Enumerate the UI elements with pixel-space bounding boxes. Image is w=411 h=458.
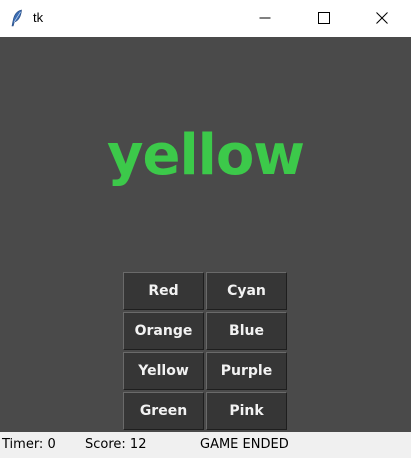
maximize-icon bbox=[318, 9, 330, 28]
app-window: tk yellow Red Cyan Orange Blue Yellow Pu… bbox=[0, 0, 411, 458]
cyan-button[interactable]: Cyan bbox=[206, 272, 287, 310]
blue-button[interactable]: Blue bbox=[206, 312, 287, 350]
timer-label: Timer: 0 bbox=[2, 437, 56, 452]
close-button[interactable] bbox=[359, 0, 405, 37]
game-state-label: GAME ENDED bbox=[200, 437, 289, 452]
pink-button[interactable]: Pink bbox=[206, 392, 287, 430]
score-label: Score: 12 bbox=[85, 437, 147, 452]
minimize-icon bbox=[259, 9, 271, 28]
status-bar: Timer: 0 Score: 12 GAME ENDED bbox=[0, 432, 411, 458]
title-bar[interactable]: tk bbox=[0, 0, 411, 37]
color-word-label: yellow bbox=[106, 123, 305, 188]
close-icon bbox=[376, 9, 388, 28]
orange-button[interactable]: Orange bbox=[123, 312, 204, 350]
purple-button[interactable]: Purple bbox=[206, 352, 287, 390]
yellow-button[interactable]: Yellow bbox=[123, 352, 204, 390]
maximize-button[interactable] bbox=[301, 0, 347, 37]
green-button[interactable]: Green bbox=[123, 392, 204, 430]
red-button[interactable]: Red bbox=[123, 272, 204, 310]
minimize-button[interactable] bbox=[242, 0, 288, 37]
window-title: tk bbox=[33, 10, 44, 25]
feather-icon bbox=[9, 9, 25, 27]
